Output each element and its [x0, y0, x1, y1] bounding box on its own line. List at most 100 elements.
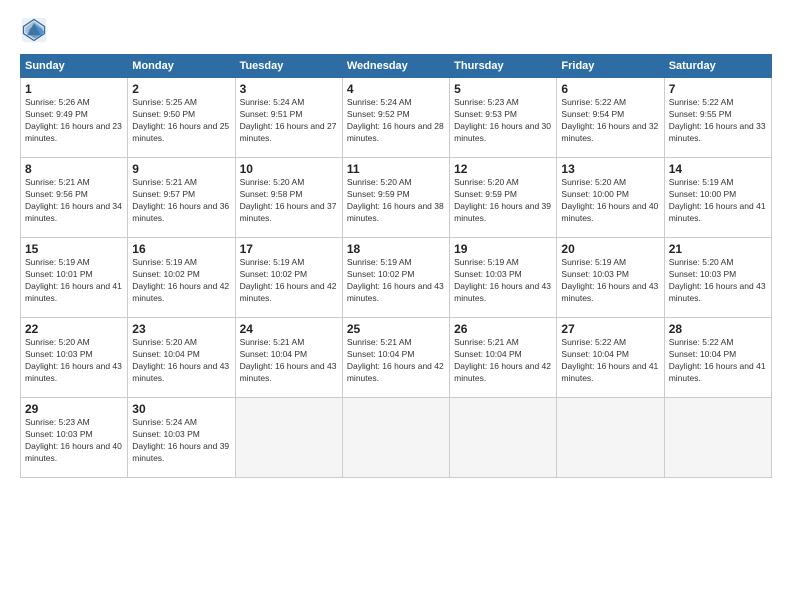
sunset-label: Sunset: 10:04 PM [347, 349, 415, 359]
day-number: 10 [240, 162, 338, 176]
calendar-cell: 18 Sunrise: 5:19 AM Sunset: 10:02 PM Day… [342, 238, 449, 318]
sunset-label: Sunset: 10:00 PM [669, 189, 737, 199]
weekday-header-saturday: Saturday [664, 55, 771, 78]
day-info: Sunrise: 5:23 AM Sunset: 10:03 PM Daylig… [25, 417, 123, 465]
calendar-week-row: 15 Sunrise: 5:19 AM Sunset: 10:01 PM Day… [21, 238, 772, 318]
day-info: Sunrise: 5:19 AM Sunset: 10:02 PM Daylig… [347, 257, 445, 305]
day-number: 21 [669, 242, 767, 256]
calendar-cell: 13 Sunrise: 5:20 AM Sunset: 10:00 PM Day… [557, 158, 664, 238]
day-number: 11 [347, 162, 445, 176]
sunrise-label: Sunrise: 5:23 AM [454, 97, 519, 107]
day-info: Sunrise: 5:20 AM Sunset: 10:00 PM Daylig… [561, 177, 659, 225]
calendar-cell [557, 398, 664, 478]
sunset-label: Sunset: 10:04 PM [132, 349, 200, 359]
daylight-label: Daylight: 16 hours and 43 minutes. [25, 361, 122, 383]
weekday-header-tuesday: Tuesday [235, 55, 342, 78]
day-info: Sunrise: 5:20 AM Sunset: 9:59 PM Dayligh… [454, 177, 552, 225]
daylight-label: Daylight: 16 hours and 43 minutes. [132, 361, 229, 383]
day-info: Sunrise: 5:19 AM Sunset: 10:00 PM Daylig… [669, 177, 767, 225]
day-info: Sunrise: 5:22 AM Sunset: 9:55 PM Dayligh… [669, 97, 767, 145]
daylight-label: Daylight: 16 hours and 43 minutes. [669, 281, 766, 303]
calendar-cell: 29 Sunrise: 5:23 AM Sunset: 10:03 PM Day… [21, 398, 128, 478]
sunset-label: Sunset: 10:02 PM [347, 269, 415, 279]
daylight-label: Daylight: 16 hours and 23 minutes. [25, 121, 122, 143]
daylight-label: Daylight: 16 hours and 38 minutes. [347, 201, 444, 223]
daylight-label: Daylight: 16 hours and 41 minutes. [561, 361, 658, 383]
day-info: Sunrise: 5:23 AM Sunset: 9:53 PM Dayligh… [454, 97, 552, 145]
sunset-label: Sunset: 10:04 PM [561, 349, 629, 359]
sunrise-label: Sunrise: 5:19 AM [669, 177, 734, 187]
day-info: Sunrise: 5:21 AM Sunset: 10:04 PM Daylig… [240, 337, 338, 385]
sunrise-label: Sunrise: 5:20 AM [132, 337, 197, 347]
calendar-cell: 22 Sunrise: 5:20 AM Sunset: 10:03 PM Day… [21, 318, 128, 398]
daylight-label: Daylight: 16 hours and 41 minutes. [669, 361, 766, 383]
sunrise-label: Sunrise: 5:25 AM [132, 97, 197, 107]
sunrise-label: Sunrise: 5:19 AM [347, 257, 412, 267]
calendar-cell: 3 Sunrise: 5:24 AM Sunset: 9:51 PM Dayli… [235, 78, 342, 158]
sunrise-label: Sunrise: 5:19 AM [25, 257, 90, 267]
day-info: Sunrise: 5:19 AM Sunset: 10:02 PM Daylig… [132, 257, 230, 305]
sunrise-label: Sunrise: 5:20 AM [240, 177, 305, 187]
day-number: 5 [454, 82, 552, 96]
calendar-cell: 6 Sunrise: 5:22 AM Sunset: 9:54 PM Dayli… [557, 78, 664, 158]
weekday-header-wednesday: Wednesday [342, 55, 449, 78]
day-number: 18 [347, 242, 445, 256]
day-number: 26 [454, 322, 552, 336]
calendar-cell [450, 398, 557, 478]
sunset-label: Sunset: 9:55 PM [669, 109, 732, 119]
day-number: 3 [240, 82, 338, 96]
calendar-cell: 12 Sunrise: 5:20 AM Sunset: 9:59 PM Dayl… [450, 158, 557, 238]
day-info: Sunrise: 5:21 AM Sunset: 9:57 PM Dayligh… [132, 177, 230, 225]
sunrise-label: Sunrise: 5:20 AM [669, 257, 734, 267]
calendar-cell: 17 Sunrise: 5:19 AM Sunset: 10:02 PM Day… [235, 238, 342, 318]
page-header [20, 16, 772, 44]
logo-icon [20, 16, 48, 44]
daylight-label: Daylight: 16 hours and 39 minutes. [132, 441, 229, 463]
day-info: Sunrise: 5:22 AM Sunset: 10:04 PM Daylig… [669, 337, 767, 385]
sunrise-label: Sunrise: 5:20 AM [347, 177, 412, 187]
day-info: Sunrise: 5:21 AM Sunset: 9:56 PM Dayligh… [25, 177, 123, 225]
day-number: 12 [454, 162, 552, 176]
sunset-label: Sunset: 10:03 PM [561, 269, 629, 279]
day-number: 16 [132, 242, 230, 256]
sunrise-label: Sunrise: 5:21 AM [454, 337, 519, 347]
calendar-cell [342, 398, 449, 478]
sunrise-label: Sunrise: 5:23 AM [25, 417, 90, 427]
day-number: 23 [132, 322, 230, 336]
weekday-header-friday: Friday [557, 55, 664, 78]
day-info: Sunrise: 5:25 AM Sunset: 9:50 PM Dayligh… [132, 97, 230, 145]
day-number: 24 [240, 322, 338, 336]
day-number: 29 [25, 402, 123, 416]
daylight-label: Daylight: 16 hours and 25 minutes. [132, 121, 229, 143]
calendar-cell: 26 Sunrise: 5:21 AM Sunset: 10:04 PM Day… [450, 318, 557, 398]
daylight-label: Daylight: 16 hours and 41 minutes. [25, 281, 122, 303]
sunset-label: Sunset: 10:02 PM [240, 269, 308, 279]
weekday-header-thursday: Thursday [450, 55, 557, 78]
sunset-label: Sunset: 10:03 PM [669, 269, 737, 279]
day-info: Sunrise: 5:19 AM Sunset: 10:03 PM Daylig… [561, 257, 659, 305]
calendar-cell: 15 Sunrise: 5:19 AM Sunset: 10:01 PM Day… [21, 238, 128, 318]
calendar-cell: 27 Sunrise: 5:22 AM Sunset: 10:04 PM Day… [557, 318, 664, 398]
day-number: 15 [25, 242, 123, 256]
day-number: 14 [669, 162, 767, 176]
sunset-label: Sunset: 10:01 PM [25, 269, 93, 279]
calendar-week-row: 8 Sunrise: 5:21 AM Sunset: 9:56 PM Dayli… [21, 158, 772, 238]
sunrise-label: Sunrise: 5:21 AM [25, 177, 90, 187]
daylight-label: Daylight: 16 hours and 41 minutes. [669, 201, 766, 223]
day-info: Sunrise: 5:19 AM Sunset: 10:01 PM Daylig… [25, 257, 123, 305]
calendar-cell: 1 Sunrise: 5:26 AM Sunset: 9:49 PM Dayli… [21, 78, 128, 158]
weekday-header-monday: Monday [128, 55, 235, 78]
sunrise-label: Sunrise: 5:19 AM [240, 257, 305, 267]
day-number: 13 [561, 162, 659, 176]
calendar-cell: 23 Sunrise: 5:20 AM Sunset: 10:04 PM Day… [128, 318, 235, 398]
calendar-cell: 2 Sunrise: 5:25 AM Sunset: 9:50 PM Dayli… [128, 78, 235, 158]
sunrise-label: Sunrise: 5:24 AM [240, 97, 305, 107]
day-info: Sunrise: 5:22 AM Sunset: 10:04 PM Daylig… [561, 337, 659, 385]
day-info: Sunrise: 5:26 AM Sunset: 9:49 PM Dayligh… [25, 97, 123, 145]
daylight-label: Daylight: 16 hours and 40 minutes. [561, 201, 658, 223]
calendar-cell: 30 Sunrise: 5:24 AM Sunset: 10:03 PM Day… [128, 398, 235, 478]
sunset-label: Sunset: 9:57 PM [132, 189, 195, 199]
sunset-label: Sunset: 10:04 PM [669, 349, 737, 359]
day-number: 30 [132, 402, 230, 416]
daylight-label: Daylight: 16 hours and 42 minutes. [454, 361, 551, 383]
